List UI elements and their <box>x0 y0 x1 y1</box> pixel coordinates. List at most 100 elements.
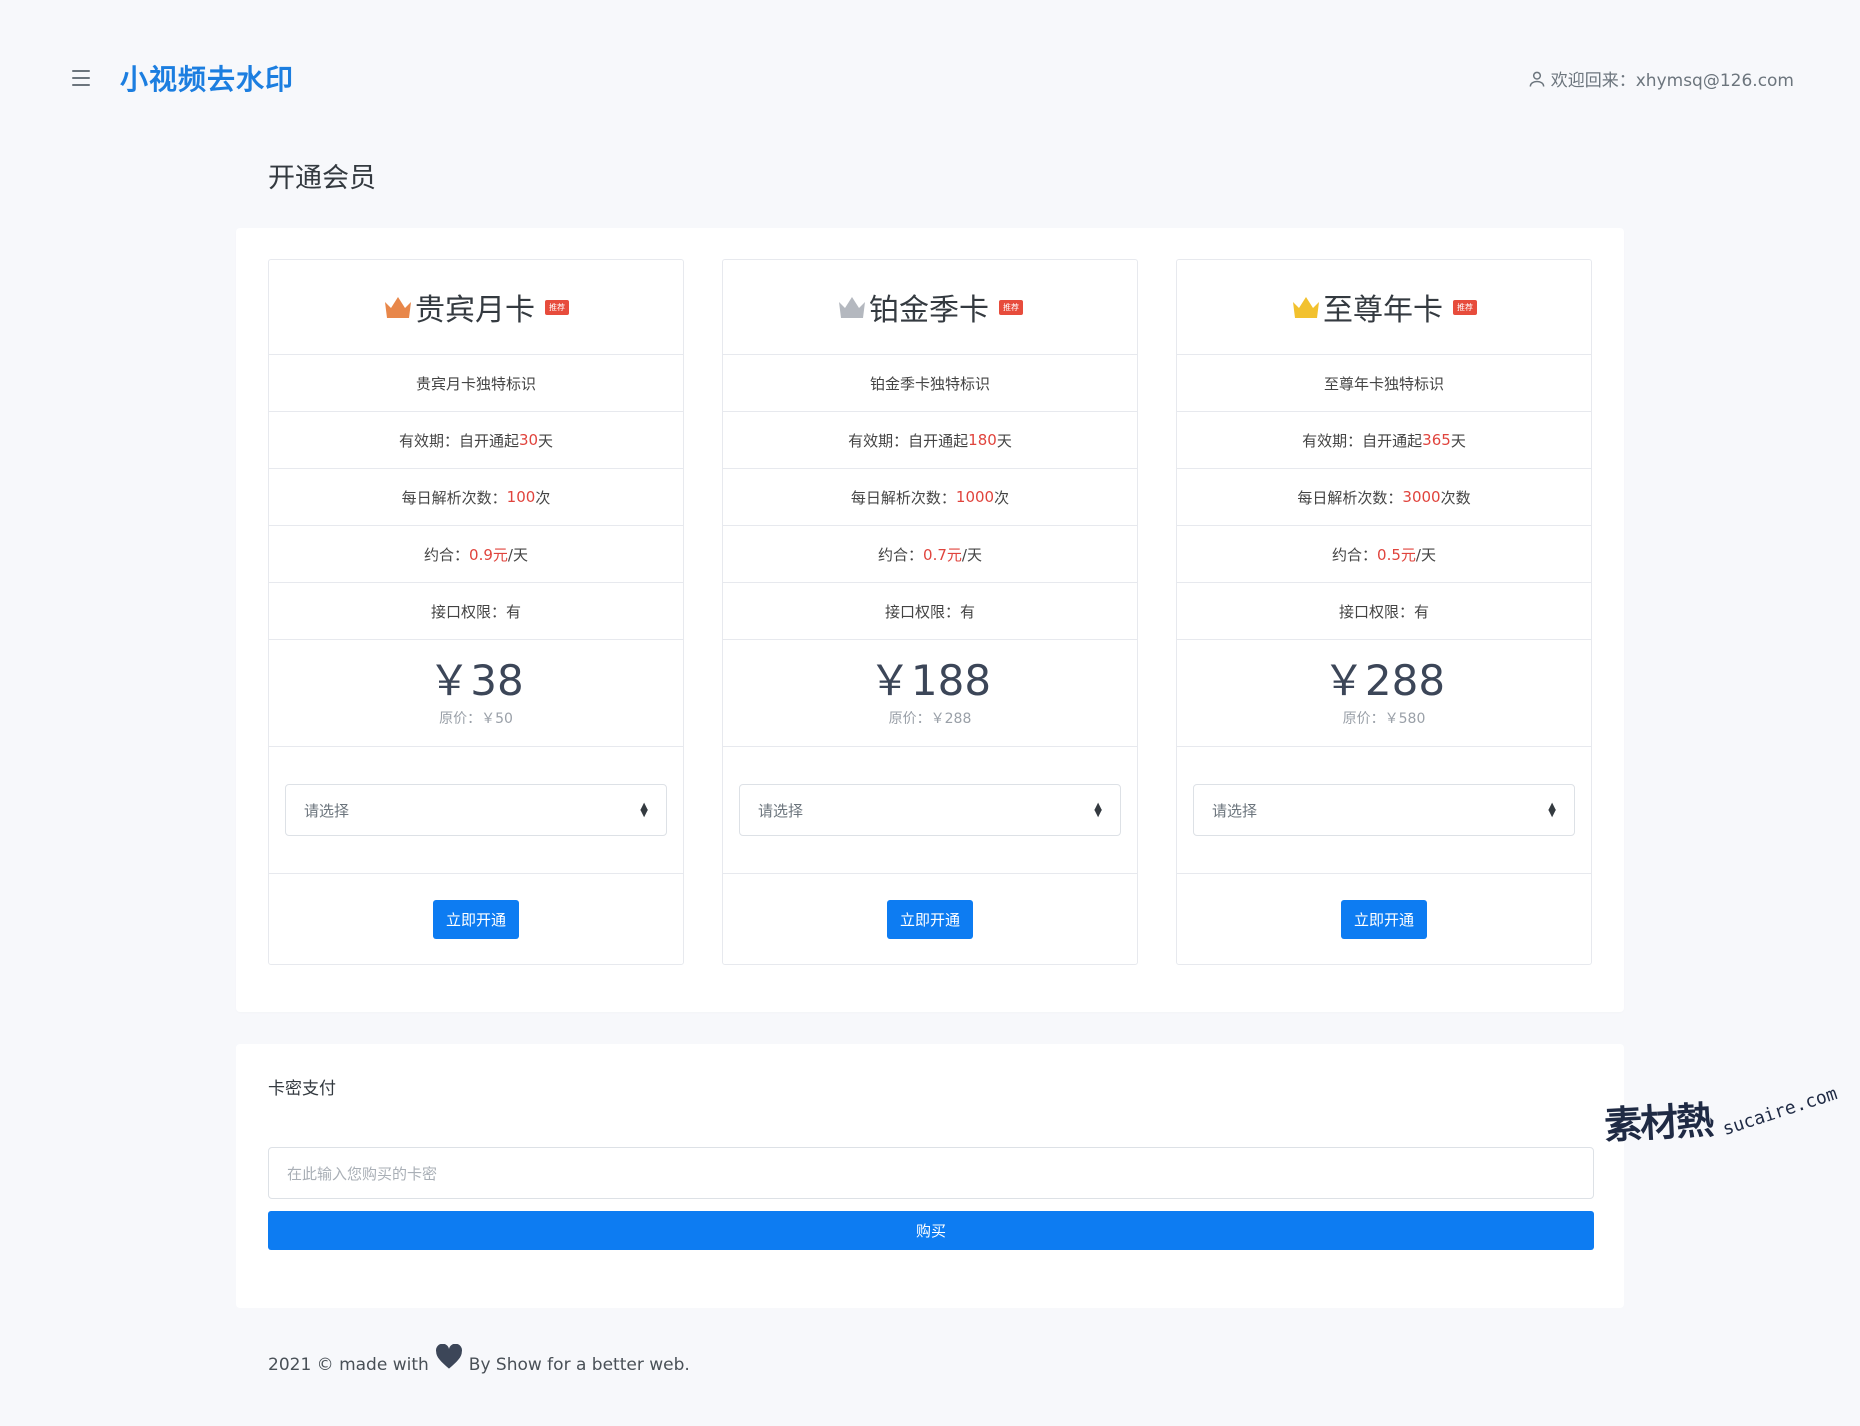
validity-label: 有效期：自开通起 <box>848 431 969 450</box>
plan-select-row: 请选择 ▲ ▼ <box>269 747 683 874</box>
select-placeholder: 请选择 <box>1212 801 1258 820</box>
average-value: 0.5元 <box>1377 545 1416 564</box>
select-caret-icon: ▲ ▼ <box>640 801 648 819</box>
average-label: 约合： <box>424 545 470 564</box>
select-placeholder: 请选择 <box>758 801 804 820</box>
daily-label: 每日解析次数： <box>401 488 507 507</box>
heart-icon <box>435 1344 462 1369</box>
menu-icon[interactable] <box>72 70 90 86</box>
daily-value: 100 <box>506 488 536 506</box>
plan-feature: 贵宾月卡独特标识 <box>269 355 683 412</box>
daily-label: 每日解析次数： <box>1297 488 1403 507</box>
average-value: 0.9元 <box>469 545 508 564</box>
plan-original-price: 原价：￥50 <box>439 711 513 728</box>
average-unit: /天 <box>507 545 528 564</box>
buy-button[interactable]: 购买 <box>268 1211 1594 1250</box>
plan-price-block: ￥288 原价：￥580 <box>1177 640 1591 747</box>
plan-price-block: ￥38 原价：￥50 <box>269 640 683 747</box>
footer-right-text: By Show for a better web. <box>468 1355 690 1375</box>
plan-validity: 有效期：自开通起 365 天 <box>1177 412 1591 469</box>
user-icon <box>1529 71 1545 87</box>
plan-average: 约合： 0.9元/天 <box>269 526 683 583</box>
average-label: 约合： <box>878 545 924 564</box>
crown-icon <box>1293 297 1319 318</box>
plan-feature: 铂金季卡独特标识 <box>723 355 1137 412</box>
validity-label: 有效期：自开通起 <box>1302 431 1423 450</box>
average-unit: /天 <box>1415 545 1436 564</box>
recommend-badge: 推荐 <box>1453 299 1477 315</box>
plan-price: ￥188 <box>868 655 992 705</box>
top-bar: 小视频去水印 欢迎回来：xhymsq@126.com <box>0 0 1860 158</box>
plan-validity: 有效期：自开通起 30 天 <box>269 412 683 469</box>
plan-original-price: 原价：￥580 <box>1342 711 1426 728</box>
plan-button-row: 立即开通 <box>269 874 683 965</box>
plan-select-row: 请选择 ▲ ▼ <box>1177 747 1591 874</box>
daily-unit: 次 <box>994 488 1010 507</box>
average-value: 0.7元 <box>923 545 962 564</box>
plan-daily-limit: 每日解析次数： 3000 次数 <box>1177 469 1591 526</box>
plan-price-block: ￥188 原价：￥288 <box>723 640 1137 747</box>
card-pay-panel: 卡密支付 在此输入您购买的卡密 购买 <box>236 1044 1624 1308</box>
validity-value: 365 <box>1422 431 1451 449</box>
watermark-cn: 素材熱 <box>1603 1098 1714 1148</box>
select-caret-icon: ▲ ▼ <box>1548 801 1556 819</box>
plan-validity: 有效期：自开通起 180 天 <box>723 412 1137 469</box>
plan-price: ￥38 <box>428 655 524 705</box>
daily-label: 每日解析次数： <box>850 488 956 507</box>
brand-logo[interactable]: 小视频去水印 <box>120 58 294 98</box>
validity-unit: 天 <box>1450 431 1466 450</box>
plan-average: 约合： 0.7元/天 <box>723 526 1137 583</box>
average-unit: /天 <box>961 545 982 564</box>
plan-card-yearly: 至尊年卡 推荐 至尊年卡独特标识 有效期：自开通起 365 天 每日解析次数： 300… <box>1176 259 1592 965</box>
plan-select-row: 请选择 ▲ ▼ <box>723 747 1137 874</box>
plan-header: 贵宾月卡 推荐 <box>269 260 683 355</box>
plan-name: 贵宾月卡 <box>415 293 535 328</box>
open-now-button[interactable]: 立即开通 <box>432 900 519 939</box>
user-welcome[interactable]: 欢迎回来：xhymsq@126.com <box>1527 66 1794 91</box>
select-caret-icon: ▲ ▼ <box>1094 801 1102 819</box>
plan-api-access: 接口权限：有 <box>269 583 683 640</box>
average-label: 约合： <box>1332 545 1378 564</box>
watermark: 素材熱 sucaire.com <box>1603 1083 1860 1152</box>
plan-average: 约合： 0.5元/天 <box>1177 526 1591 583</box>
page-title: 开通会员 <box>268 163 376 194</box>
validity-value: 180 <box>968 431 997 449</box>
plan-api-access: 接口权限：有 <box>1177 583 1591 640</box>
plan-select[interactable]: 请选择 ▲ ▼ <box>739 784 1121 836</box>
plan-card-monthly: 贵宾月卡 推荐 贵宾月卡独特标识 有效期：自开通起 30 天 每日解析次数： 100 次… <box>268 259 684 965</box>
validity-value: 30 <box>518 431 539 449</box>
plans-card: 贵宾月卡 推荐 贵宾月卡独特标识 有效期：自开通起 30 天 每日解析次数： 100 次… <box>236 228 1624 1012</box>
watermark-en: sucaire.com <box>1720 1083 1840 1140</box>
validity-unit: 天 <box>538 431 554 450</box>
crown-icon <box>385 297 411 318</box>
recommend-badge: 推荐 <box>545 299 569 315</box>
plan-name: 铂金季卡 <box>869 293 989 328</box>
footer: 2021 © made with By Show for a better we… <box>268 1344 690 1378</box>
plan-button-row: 立即开通 <box>1177 874 1591 965</box>
footer-left-text: 2021 © made with <box>268 1355 429 1375</box>
plan-api-access: 接口权限：有 <box>723 583 1137 640</box>
card-code-input[interactable]: 在此输入您购买的卡密 <box>268 1147 1594 1199</box>
daily-unit: 次 <box>535 488 551 507</box>
open-now-button[interactable]: 立即开通 <box>1340 900 1427 939</box>
plan-select[interactable]: 请选择 ▲ ▼ <box>1193 784 1575 836</box>
plan-select[interactable]: 请选择 ▲ ▼ <box>285 784 667 836</box>
plan-feature: 至尊年卡独特标识 <box>1177 355 1591 412</box>
recommend-badge: 推荐 <box>999 299 1023 315</box>
plan-daily-limit: 每日解析次数： 100 次 <box>269 469 683 526</box>
plan-header: 铂金季卡 推荐 <box>723 260 1137 355</box>
daily-value: 1000 <box>955 488 995 506</box>
validity-label: 有效期：自开通起 <box>398 431 519 450</box>
plan-price: ￥288 <box>1322 655 1446 705</box>
crown-icon <box>839 297 865 318</box>
validity-unit: 天 <box>996 431 1012 450</box>
plan-card-quarterly: 铂金季卡 推荐 铂金季卡独特标识 有效期：自开通起 180 天 每日解析次数： 100… <box>722 259 1138 965</box>
card-pay-title: 卡密支付 <box>268 1079 336 1099</box>
plan-original-price: 原价：￥288 <box>888 711 972 728</box>
plan-daily-limit: 每日解析次数： 1000 次 <box>723 469 1137 526</box>
select-placeholder: 请选择 <box>304 801 350 820</box>
plan-name: 至尊年卡 <box>1323 293 1443 328</box>
daily-unit: 次数 <box>1440 488 1471 507</box>
open-now-button[interactable]: 立即开通 <box>886 900 973 939</box>
daily-value: 3000 <box>1402 488 1441 506</box>
